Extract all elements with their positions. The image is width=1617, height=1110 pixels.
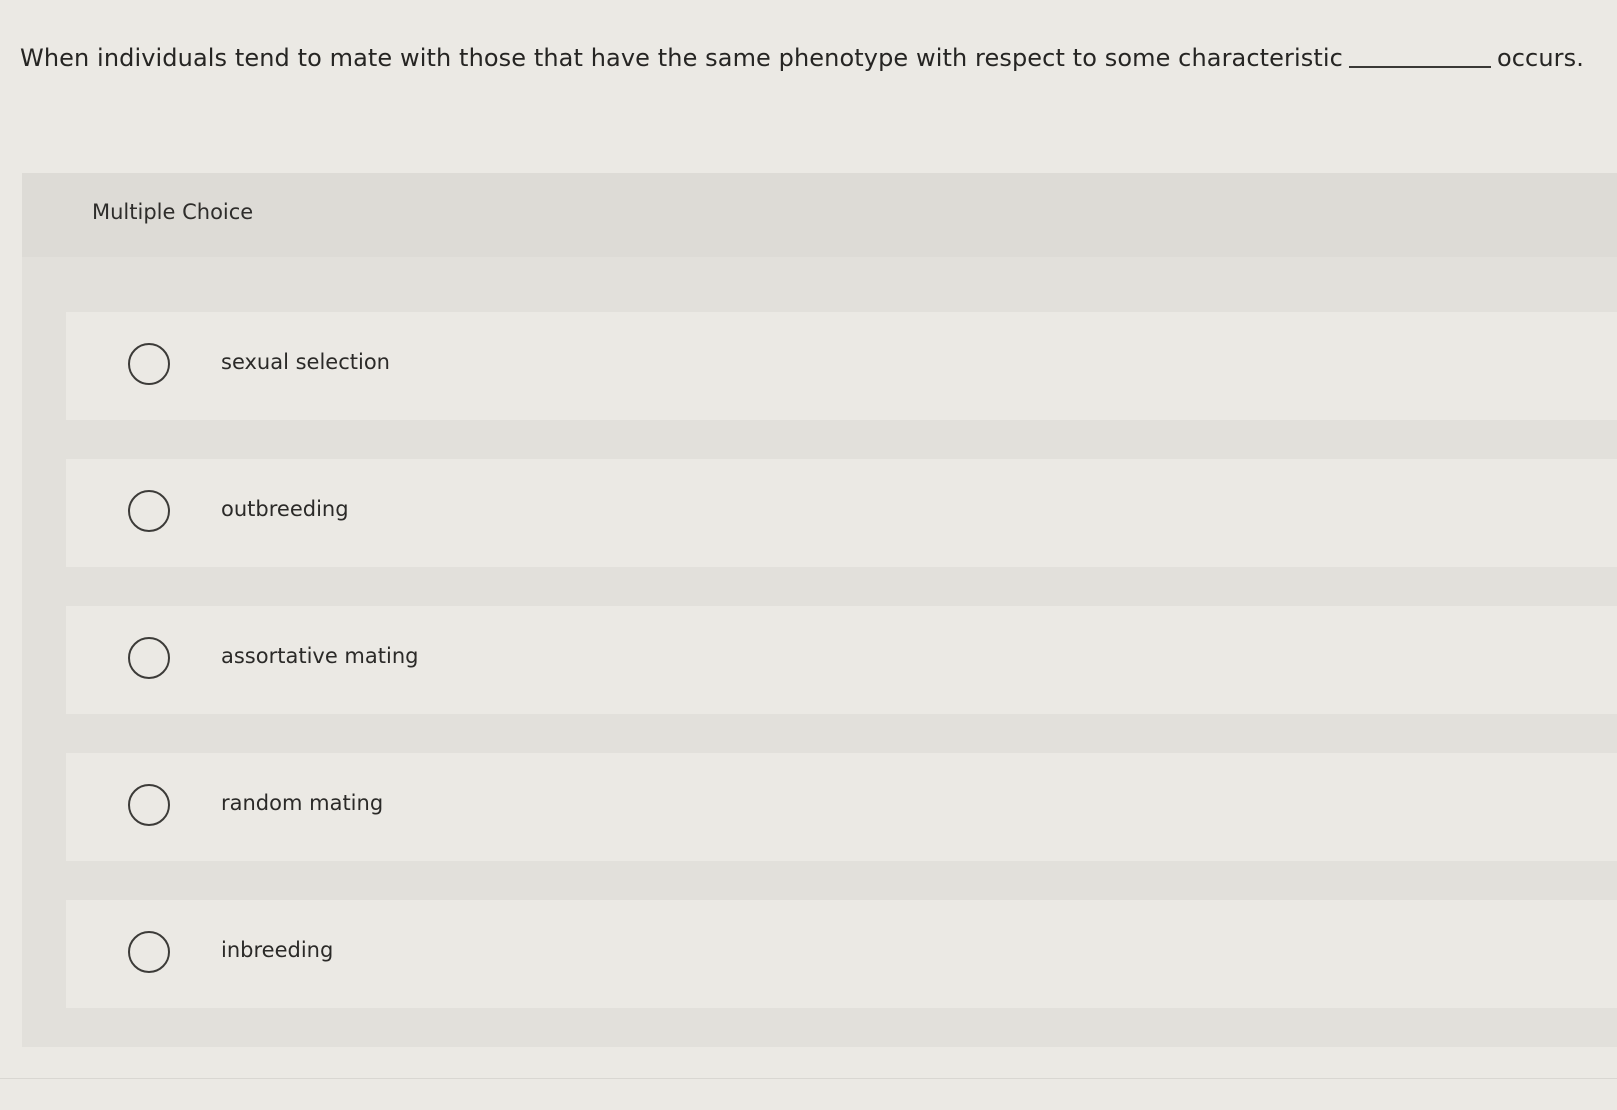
- radio-button-icon[interactable]: [128, 931, 170, 973]
- radio-button-icon[interactable]: [128, 343, 170, 385]
- question-text-before: When individuals tend to mate with those…: [20, 44, 1343, 72]
- option-label: inbreeding: [221, 938, 334, 962]
- answer-blank: [1348, 48, 1491, 68]
- option-sexual-selection[interactable]: sexual selection: [66, 312, 1617, 420]
- radio-button-icon[interactable]: [128, 784, 170, 826]
- radio-button-icon[interactable]: [128, 637, 170, 679]
- option-label: outbreeding: [221, 497, 349, 521]
- question-text: When individuals tend to mate with those…: [20, 44, 1584, 72]
- option-label: sexual selection: [221, 350, 390, 374]
- question-text-after: occurs.: [1496, 44, 1584, 72]
- option-random-mating[interactable]: random mating: [66, 753, 1617, 861]
- option-inbreeding[interactable]: inbreeding: [66, 900, 1617, 1008]
- option-label: random mating: [221, 791, 384, 815]
- multiple-choice-title: Multiple Choice: [92, 200, 254, 224]
- option-outbreeding[interactable]: outbreeding: [66, 459, 1617, 567]
- multiple-choice-panel: Multiple Choice sexual selection outbree…: [22, 173, 1617, 1047]
- divider: [0, 1078, 1617, 1079]
- radio-button-icon[interactable]: [128, 490, 170, 532]
- option-label: assortative mating: [221, 644, 419, 668]
- multiple-choice-header: Multiple Choice: [22, 173, 1617, 257]
- option-assortative-mating[interactable]: assortative mating: [66, 606, 1617, 714]
